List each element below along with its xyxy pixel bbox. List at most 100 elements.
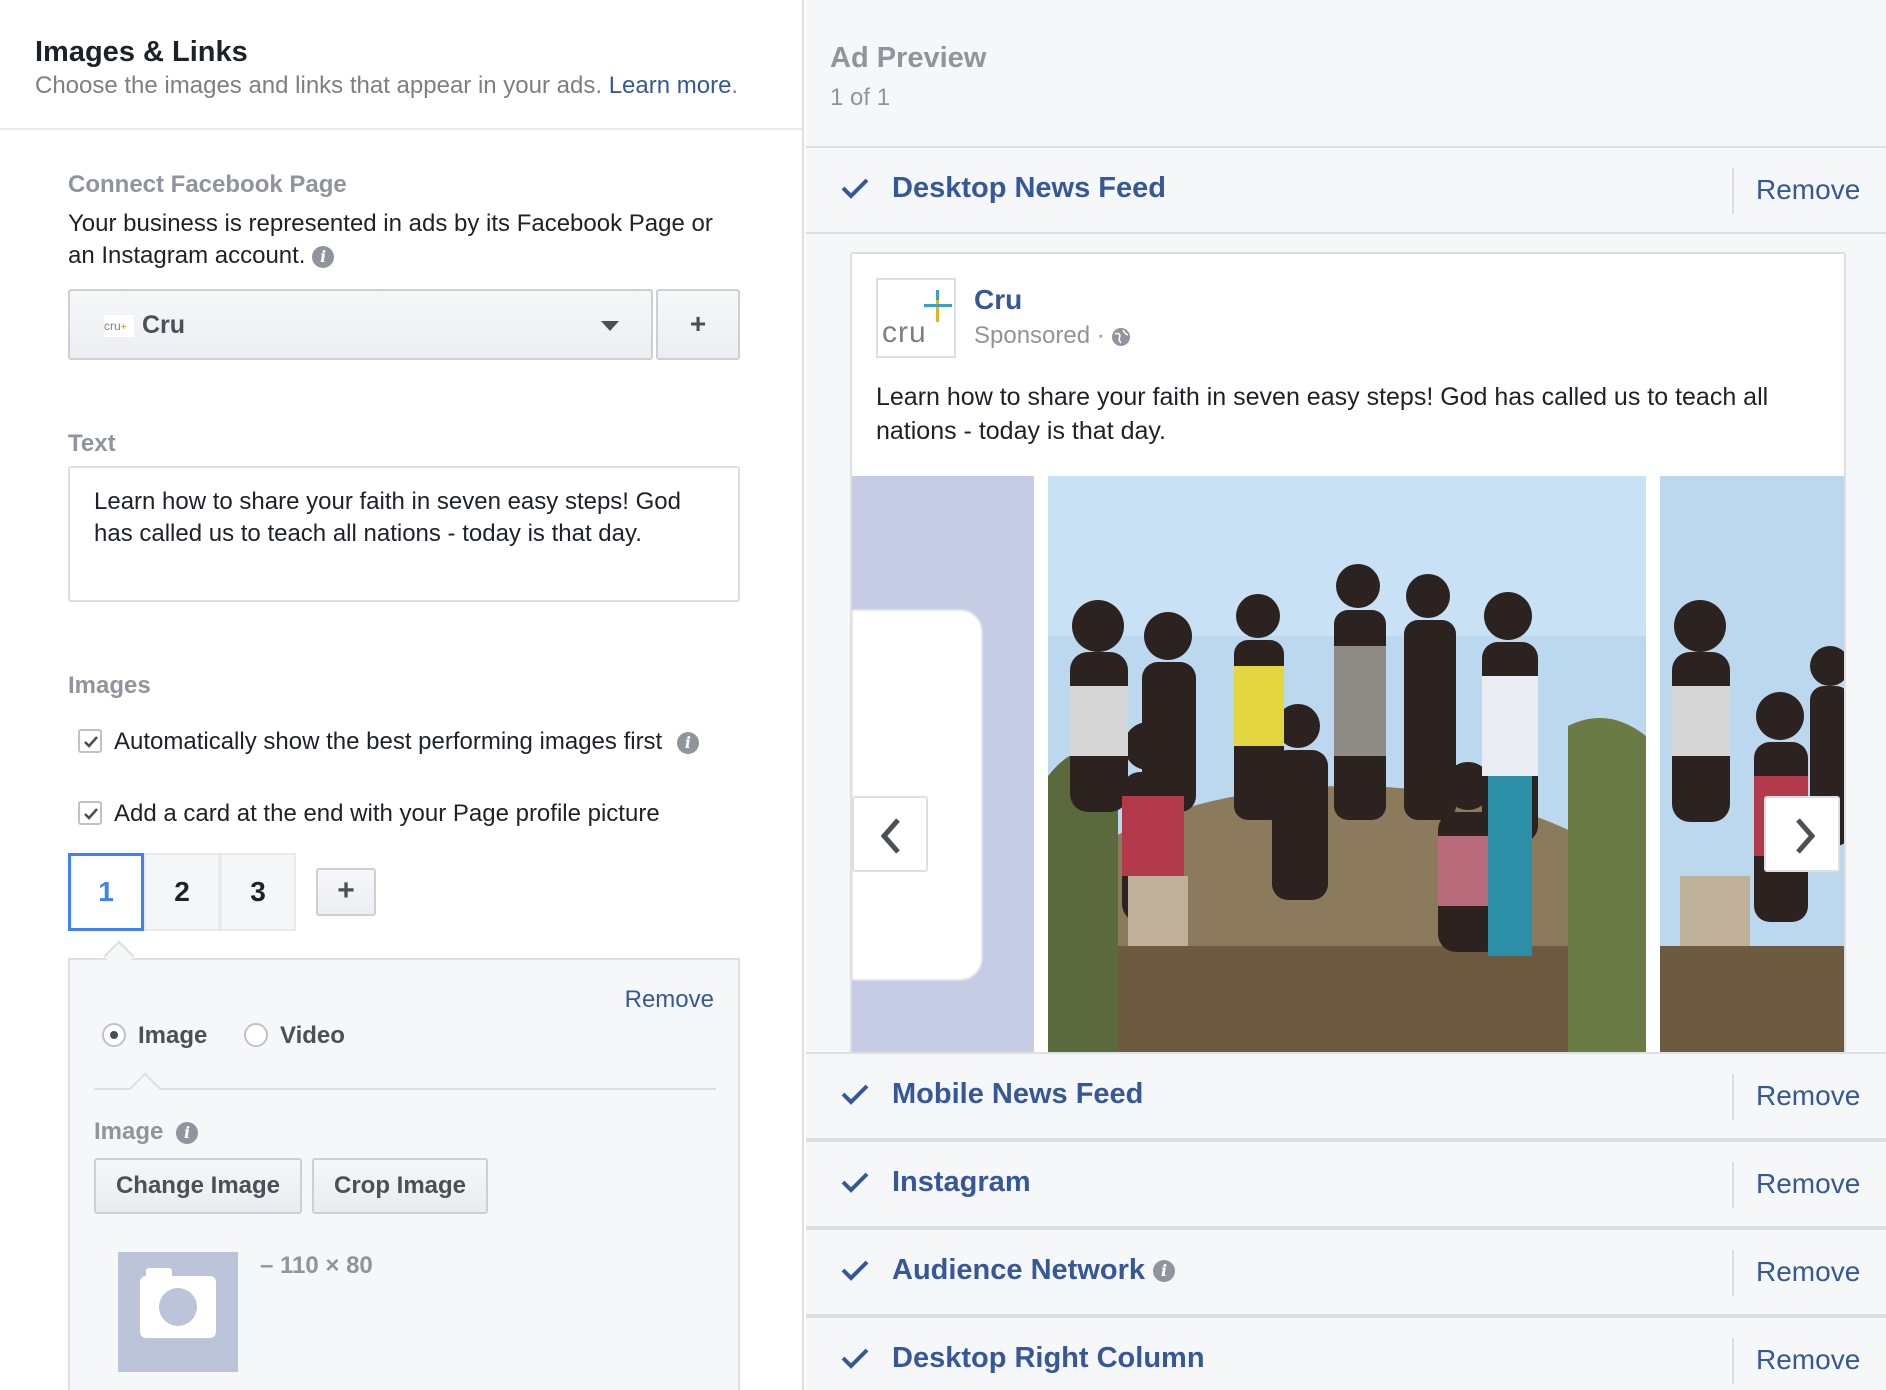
best-performing-checkbox[interactable] [78,728,102,753]
tab-pointer [129,1072,161,1104]
remove-placement-link[interactable]: Remove [1756,1344,1860,1376]
info-icon[interactable]: i [1153,1260,1176,1283]
group-photo-partial [1660,476,1844,1054]
check-icon [841,1084,869,1105]
placement-mobile-news-feed[interactable]: Mobile News Feed Remove [806,1052,1886,1140]
add-card-button[interactable]: + [316,868,376,916]
placement-audience-network[interactable]: Audience Network i Remove [806,1228,1886,1316]
subtitle-period: . [731,72,739,99]
connect-page-description: Your business is represented in ads by i… [68,208,713,272]
remove-placement-link[interactable]: Remove [1756,1168,1860,1200]
placement-name: Instagram [892,1166,1031,1198]
text-label: Text [68,430,116,457]
chevron-left-icon [880,818,900,854]
connect-page-label: Connect Facebook Page [68,171,347,198]
post-text: Learn how to share your faith in seven e… [876,383,1769,445]
carousel-prev-button[interactable] [852,796,928,872]
add-page-button[interactable]: + [656,289,740,360]
divider [1732,168,1734,214]
divider [94,1088,716,1090]
info-icon[interactable]: i [312,245,335,268]
group-photo [1048,476,1646,1054]
media-type-video[interactable]: Video [244,1022,345,1050]
crop-image-button[interactable]: Crop Image [312,1158,488,1214]
avatar-text: cru [882,316,927,349]
media-type-image[interactable]: Image [102,1022,207,1050]
divider [1732,1338,1734,1384]
sponsored-label: Sponsored · [974,322,1131,350]
page-avatar[interactable]: cru [876,278,956,358]
images-links-panel: Images & Links Choose the images and lin… [0,0,804,1390]
image-field-label: Image i [94,1118,199,1146]
placement-name: Desktop Right Column [892,1342,1205,1374]
card-tab-3[interactable]: 3 [220,853,296,931]
best-performing-label: Automatically show the best performing i… [114,728,663,755]
page-logo-icon: cru+ [104,315,134,337]
selected-page-name: Cru [142,311,186,339]
ad-preview-panel: Ad Preview 1 of 1 Desktop News Feed Remo… [806,0,1886,1390]
divider [1732,1074,1734,1120]
subtitle-text: Choose the images and links that appear … [35,72,603,99]
carousel-card-photo[interactable] [1048,476,1646,1054]
image-carousel [852,476,1844,1054]
info-icon[interactable]: i [676,731,699,754]
remove-card-link[interactable]: Remove [625,986,714,1014]
profile-card-label: Add a card at the end with your Page pro… [114,800,660,827]
card-tab-1[interactable]: 1 [68,853,144,931]
chevron-down-icon [601,321,619,331]
radio-image[interactable] [102,1022,126,1047]
check-icon [841,1172,869,1193]
remove-placement-link[interactable]: Remove [1756,1080,1860,1112]
check-icon [841,178,869,199]
page-logo-text: cru [104,319,121,333]
news-feed-preview: cru Cru Sponsored · Learn how to share y… [806,236,1886,1054]
ad-text-input[interactable]: Learn how to share your faith in seven e… [68,466,740,602]
best-performing-option: Automatically show the best performing i… [78,728,699,756]
section-title: Images & Links [35,36,248,68]
image-field-label-text: Image [94,1118,164,1145]
placement-desktop-news-feed[interactable]: Desktop News Feed Remove [806,146,1886,234]
check-icon [841,1348,869,1369]
camera-icon [140,1268,216,1338]
profile-card-option: Add a card at the end with your Page pro… [78,800,660,828]
chevron-right-icon [1796,818,1816,854]
connect-desc-line2-text: an Instagram account. [68,242,306,269]
image-dimensions: – 110 × 80 [260,1252,373,1279]
sponsored-text: Sponsored · [974,322,1105,349]
images-label: Images [68,672,151,699]
change-image-button[interactable]: Change Image [94,1158,302,1214]
profile-card-checkbox[interactable] [78,800,102,825]
card-editor: Remove Image Video Image i Change Image … [68,958,740,1390]
placement-name: Audience Network i [892,1254,1176,1287]
divider [1732,1162,1734,1208]
check-icon [841,1260,869,1281]
carousel-card-next[interactable] [1660,476,1844,1054]
radio-video-label: Video [280,1022,345,1049]
connect-desc-line2: an Instagram account. i [68,240,713,272]
radio-video[interactable] [244,1022,268,1047]
connect-desc-line1: Your business is represented in ads by i… [68,210,713,237]
ad-preview-title: Ad Preview [830,42,987,74]
post-page-name[interactable]: Cru [974,284,1022,316]
learn-more-link[interactable]: Learn more [609,72,732,99]
ad-preview-count: 1 of 1 [830,84,891,111]
remove-placement-link[interactable]: Remove [1756,1256,1860,1288]
image-thumbnail[interactable] [118,1252,238,1372]
placement-desktop-right-column[interactable]: Desktop Right Column Remove [806,1316,1886,1390]
facebook-page-dropdown[interactable]: cru+ Cru [68,289,653,360]
placement-name: Mobile News Feed [892,1078,1144,1110]
divider [0,128,802,130]
section-subtitle: Choose the images and links that appear … [35,72,738,100]
globe-icon [1112,327,1131,346]
remove-placement-link[interactable]: Remove [1756,174,1860,206]
radio-image-label: Image [138,1022,208,1049]
divider [1732,1250,1734,1296]
ad-post: cru Cru Sponsored · Learn how to share y… [850,252,1846,1054]
placement-name: Desktop News Feed [892,172,1166,204]
placement-instagram[interactable]: Instagram Remove [806,1140,1886,1228]
placement-name-text: Audience Network [892,1254,1145,1286]
info-icon[interactable]: i [176,1121,199,1144]
carousel-next-button[interactable] [1764,796,1840,872]
card-tab-2[interactable]: 2 [144,853,220,931]
carousel-card-previous[interactable] [852,476,1034,1054]
